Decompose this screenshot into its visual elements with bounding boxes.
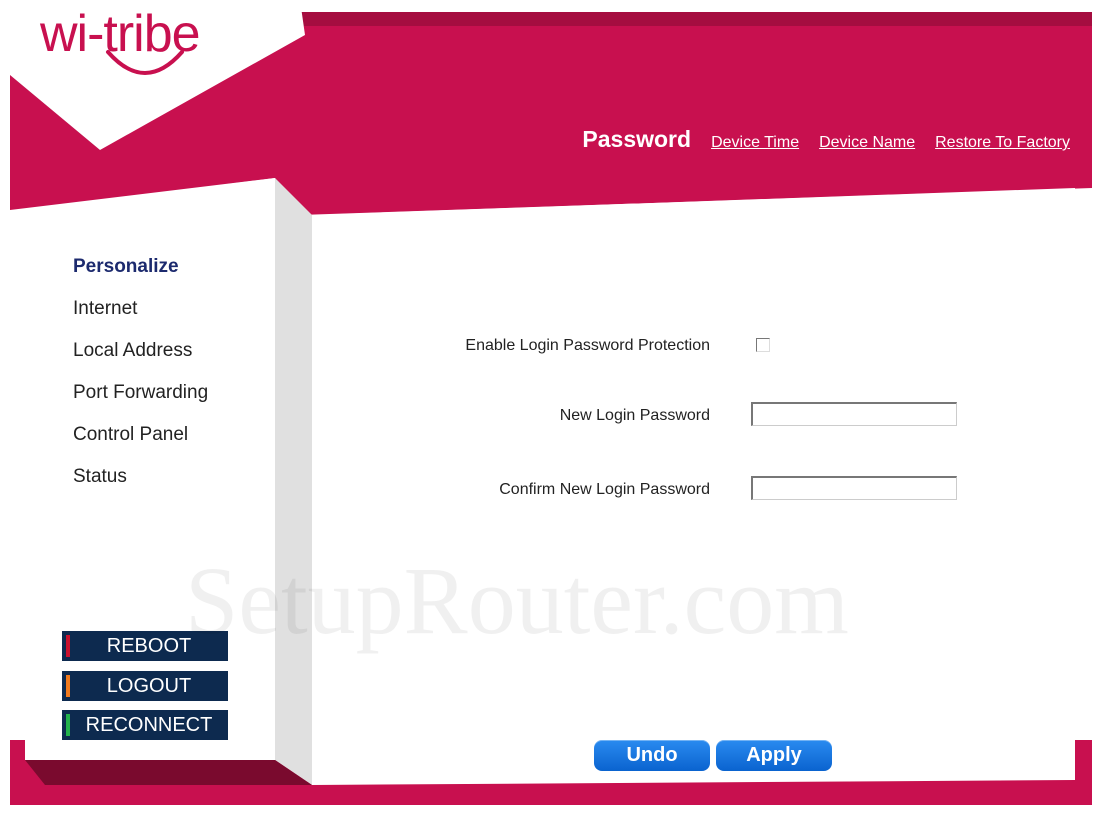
undo-button[interactable]: Undo <box>594 740 710 771</box>
tab-device-time[interactable]: Device Time <box>711 134 799 152</box>
new-password-label: New Login Password <box>559 407 710 424</box>
confirm-password-field[interactable] <box>751 476 957 500</box>
top-nav: Password Device Time Device Name Restore… <box>582 126 1070 153</box>
logout-label: LOGOUT <box>106 675 192 697</box>
enable-password-label: Enable Login Password Protection <box>465 337 710 354</box>
sidebar-bottom-shadow <box>25 760 312 785</box>
logo-smile-icon <box>106 50 184 75</box>
router-admin-page: wi-tribe Password Device Time Device Nam… <box>0 0 1100 821</box>
reconnect-button[interactable]: RECONNECT <box>62 710 228 740</box>
sidebar-menu: Personalize Internet Local Address Port … <box>73 253 208 505</box>
reboot-label: REBOOT <box>106 635 192 657</box>
new-password-field[interactable] <box>751 402 957 426</box>
logout-indicator <box>66 675 70 697</box>
tab-device-name[interactable]: Device Name <box>819 134 915 152</box>
apply-button[interactable]: Apply <box>716 740 832 771</box>
sidebar-item-port-forwarding[interactable]: Port Forwarding <box>73 379 208 421</box>
enable-password-checkbox[interactable] <box>756 338 770 352</box>
sidebar-item-local-address[interactable]: Local Address <box>73 337 208 379</box>
logout-button[interactable]: LOGOUT <box>62 671 228 701</box>
sidebar-edge <box>275 178 312 785</box>
header-top-strip <box>300 12 1092 26</box>
sidebar-item-personalize[interactable]: Personalize <box>73 253 208 295</box>
sidebar-item-status[interactable]: Status <box>73 463 208 505</box>
reconnect-label: RECONNECT <box>85 714 213 736</box>
reconnect-indicator <box>66 714 70 736</box>
confirm-password-label: Confirm New Login Password <box>499 481 710 498</box>
sidebar-item-control-panel[interactable]: Control Panel <box>73 421 208 463</box>
sidebar-item-internet[interactable]: Internet <box>73 295 208 337</box>
wi-tribe-logo: wi-tribe <box>40 2 280 92</box>
tab-restore-to-factory[interactable]: Restore To Factory <box>935 134 1070 152</box>
reboot-indicator <box>66 635 70 657</box>
tab-password[interactable]: Password <box>582 126 691 153</box>
reboot-button[interactable]: REBOOT <box>62 631 228 661</box>
